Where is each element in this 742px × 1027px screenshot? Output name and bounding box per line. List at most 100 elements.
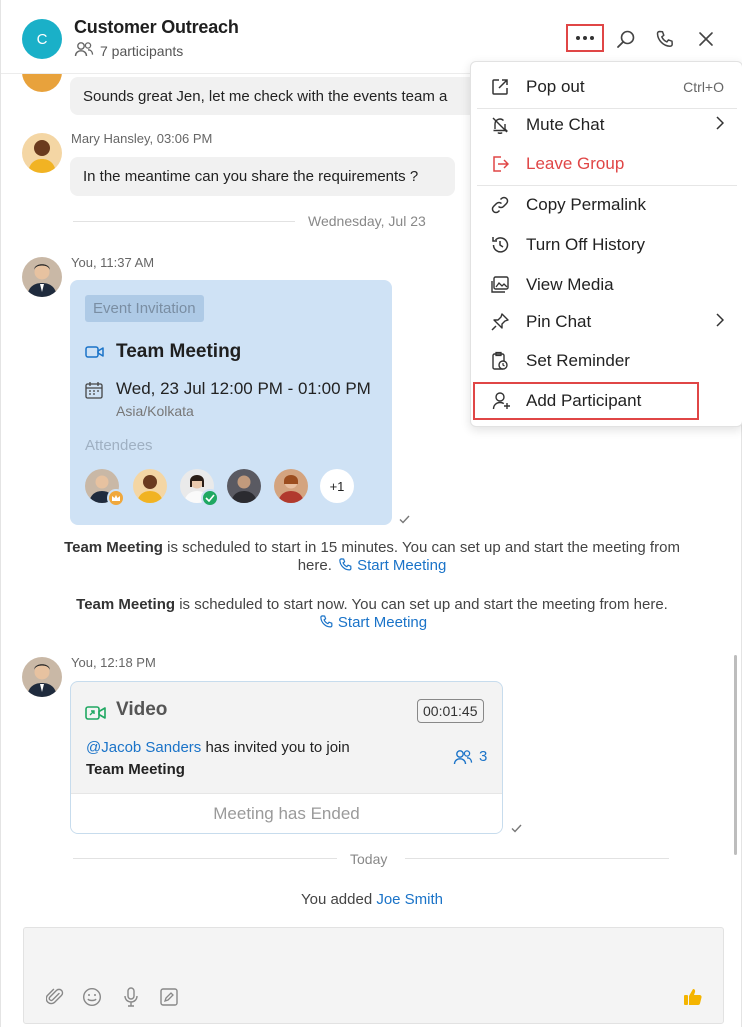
group-avatar[interactable]: C [22, 19, 62, 59]
more-attendees-button[interactable]: +1 [320, 469, 354, 503]
chevron-right-icon [716, 312, 725, 332]
call-button[interactable] [650, 24, 680, 54]
day-divider-line [73, 221, 295, 222]
event-invitation-card[interactable]: Event Invitation Team Meeting Wed, 23 Ju… [70, 280, 392, 525]
video-title: Video [116, 699, 168, 720]
day-divider-line [73, 858, 337, 859]
menu-item-label: Add Participant [526, 391, 642, 410]
smiley-icon [82, 987, 102, 1007]
added-user-link[interactable]: Joe Smith [376, 891, 443, 908]
calendar-icon [85, 381, 103, 404]
participants-link[interactable]: 7 participants [74, 41, 183, 60]
meeting-ended-status: Meeting has Ended [71, 793, 502, 833]
menu-item-label: Turn Off History [526, 235, 646, 254]
day-divider-label: Today [350, 851, 388, 867]
event-datetime: Wed, 23 Jul 12:00 PM - 01:00 PM [116, 379, 371, 398]
add-user-icon [491, 390, 513, 412]
attendees-label: Attendees [85, 437, 153, 454]
format-button[interactable] [158, 986, 180, 1008]
day-divider-line [405, 858, 669, 859]
menu-item-copy-permalink[interactable]: Copy Permalink [471, 186, 742, 224]
sent-check-icon [399, 511, 410, 529]
chat-options-menu: Pop out Ctrl+O Mute Chat Leave Group Cop… [470, 61, 742, 427]
menu-item-mute-chat[interactable]: Mute Chat [471, 106, 742, 144]
sender-name: You, 12:18 PM [71, 655, 156, 670]
phone-icon [339, 558, 352, 571]
message-text: Sounds great Jen, let me check with the … [83, 87, 448, 105]
meeting-start-message: Team Meeting is scheduled to start now. … [41, 596, 703, 632]
chevron-right-icon [716, 115, 725, 135]
sender-name: Mary Hansley, 03:06 PM [71, 131, 213, 146]
participant-added-message: You added Joe Smith [201, 891, 543, 909]
meeting-name: Team Meeting [86, 761, 185, 778]
phone-icon [656, 30, 673, 47]
pin-icon [489, 311, 511, 333]
menu-item-leave-group[interactable]: Leave Group [471, 145, 742, 183]
menu-item-pin-chat[interactable]: Pin Chat [471, 303, 742, 341]
start-now-text: is scheduled to start now. You can set u… [175, 596, 668, 613]
mute-bell-icon [489, 114, 511, 136]
leave-icon [489, 153, 511, 175]
message-text: In the meantime can you share the requir… [83, 168, 419, 185]
sender-name: You, 11:37 AM [71, 255, 155, 270]
reminder-text-2: here. [297, 557, 332, 574]
edit-icon [160, 988, 178, 1006]
invite-body: has invited you to join [201, 739, 350, 756]
you-avatar[interactable] [22, 257, 62, 297]
chat-scrollbar[interactable] [734, 655, 737, 855]
attendee-avatar[interactable] [227, 469, 261, 503]
crown-icon [107, 489, 125, 507]
added-text: You added [300, 891, 377, 908]
attendee-avatar[interactable] [274, 469, 308, 503]
menu-item-turn-off-history[interactable]: Turn Off History [471, 226, 742, 264]
video-call-icon [85, 705, 107, 726]
call-participants-button[interactable]: 3 [453, 748, 487, 765]
start-meeting-label[interactable]: Start Meeting [357, 557, 446, 574]
reminder-text: is scheduled to start in 15 minutes. You… [162, 539, 680, 556]
message-bubble: Sounds great Jen, let me check with the … [70, 77, 480, 115]
menu-item-set-reminder[interactable]: Set Reminder [471, 342, 742, 380]
menu-item-label: Pin Chat [526, 312, 592, 331]
link-icon [489, 194, 511, 216]
close-icon [699, 32, 713, 46]
search-button[interactable] [611, 24, 641, 54]
event-badge: Event Invitation [85, 295, 204, 322]
close-button[interactable] [691, 24, 721, 54]
more-icon [576, 36, 594, 40]
chat-window: C Customer Outreach 7 participants Sound… [0, 0, 742, 1027]
participants-icon [74, 41, 94, 60]
start-meeting-link[interactable]: Start Meeting [336, 557, 446, 574]
chat-title[interactable]: Customer Outreach [74, 17, 239, 38]
mention-link[interactable]: @Jacob Sanders [86, 739, 201, 756]
video-call-card[interactable]: Video 00:01:45 @Jacob Sanders has invite… [70, 681, 503, 834]
attachment-button[interactable] [44, 986, 66, 1008]
emoji-button[interactable] [81, 986, 103, 1008]
voice-button[interactable] [120, 986, 142, 1008]
attendee-avatar[interactable] [133, 469, 167, 503]
thumbs-up-icon [684, 989, 702, 1005]
more-options-button[interactable] [566, 24, 604, 52]
microphone-icon [124, 987, 138, 1007]
accepted-check-icon [201, 489, 219, 507]
mary-avatar[interactable] [22, 133, 62, 173]
participants-count: 7 participants [100, 42, 184, 59]
meeting-name: Team Meeting [76, 596, 176, 613]
invite-text: @Jacob Sanders has invited you to join [86, 739, 350, 756]
start-meeting-link[interactable]: Start Meeting [317, 614, 427, 631]
menu-item-label: Pop out [526, 77, 585, 96]
event-title: Team Meeting [116, 341, 242, 362]
media-icon [489, 274, 511, 296]
message-composer[interactable] [23, 927, 724, 1024]
menu-item-label: Leave Group [526, 154, 625, 173]
search-icon [617, 30, 635, 48]
history-icon [489, 234, 511, 256]
pop-out-icon [489, 76, 511, 98]
you-avatar[interactable] [22, 657, 62, 697]
menu-item-view-media[interactable]: View Media [471, 266, 742, 304]
menu-item-pop-out[interactable]: Pop out Ctrl+O [471, 68, 742, 106]
menu-item-label: View Media [526, 275, 614, 294]
menu-item-add-participant[interactable]: Add Participant [473, 382, 699, 420]
menu-item-label: Set Reminder [526, 351, 630, 370]
thumbs-up-button[interactable] [682, 986, 704, 1008]
start-meeting-label[interactable]: Start Meeting [338, 614, 427, 631]
